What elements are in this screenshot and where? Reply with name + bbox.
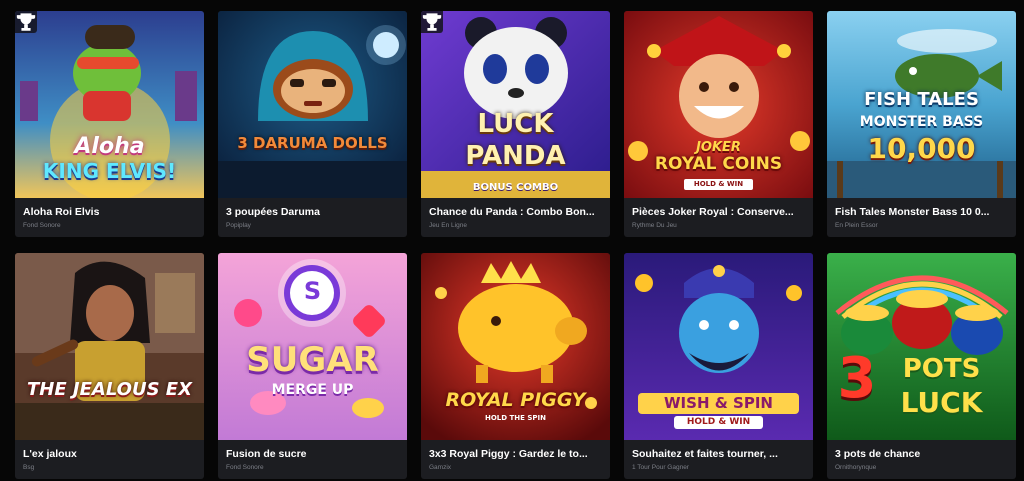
game-provider: Fond Sonore	[226, 464, 264, 471]
game-card-the-jealous-ex[interactable]: THE JEALOUS EX L'ex jaloux Bsg	[15, 253, 204, 479]
game-provider: Bsg	[23, 464, 35, 471]
game-thumbnail[interactable]: S SUGAR MERGE UP	[218, 253, 407, 440]
game-title[interactable]: 3 pots de chance	[835, 448, 1008, 461]
game-logo-subtitle: MERGE UP	[271, 382, 354, 398]
game-thumbnail[interactable]: THE JEALOUS EX	[15, 253, 204, 440]
game-thumbnail[interactable]: ROYAL PIGGY HOLD THE SPIN	[421, 253, 610, 440]
game-logo-line2: ROYAL COINS	[654, 154, 783, 174]
game-thumbnail[interactable]: WISH & SPIN HOLD & WIN	[624, 253, 813, 440]
game-thumbnail[interactable]: JOKER ROYAL COINS HOLD & WIN	[624, 11, 813, 198]
game-title[interactable]: Fish Tales Monster Bass 10 0...	[835, 206, 1008, 219]
game-logo: THE JEALOUS EX	[27, 379, 192, 400]
game-thumbnail[interactable]: 3 DARUMA DOLLS	[218, 11, 407, 198]
game-logo-line2: PANDA	[465, 141, 566, 171]
game-logo-subtitle: HOLD & WIN	[684, 179, 753, 190]
game-card-aloha-king-elvis[interactable]: Aloha KING ELVIS! Aloha Roi Elvis Fond S…	[15, 11, 204, 237]
game-card-sugar-merge-up[interactable]: S SUGAR MERGE UP Fusion de sucre Fond So…	[218, 253, 407, 479]
game-logo-line2: MONSTER BASS	[859, 114, 984, 130]
game-provider: Ornithorynque	[835, 464, 877, 471]
game-logo-subtitle: KING ELVIS!	[42, 159, 177, 183]
game-title[interactable]: L'ex jaloux	[23, 448, 196, 461]
game-logo: LUCK	[477, 109, 554, 139]
game-logo: WISH & SPIN	[638, 393, 799, 414]
game-thumbnail[interactable]: 3 POTS LUCK	[827, 253, 1016, 440]
game-thumbnail[interactable]: Aloha KING ELVIS!	[15, 11, 204, 198]
game-title[interactable]: Fusion de sucre	[226, 448, 399, 461]
game-provider: Popiplay	[226, 222, 251, 229]
daruma-artwork	[218, 11, 407, 198]
game-provider: Fond Sonore	[23, 222, 61, 229]
game-provider: Jeu En Ligne	[429, 222, 467, 229]
game-logo: JOKER	[696, 140, 741, 155]
game-logo: FISH TALES	[864, 89, 979, 110]
game-logo: POTS	[902, 354, 981, 384]
game-logo-badge: S	[303, 277, 322, 305]
trophy-icon	[15, 11, 37, 33]
game-card-wish-and-spin[interactable]: WISH & SPIN HOLD & WIN Souhaitez et fait…	[624, 253, 813, 479]
royal-piggy-artwork	[421, 253, 610, 440]
game-provider: Rythme Du Jeu	[632, 222, 677, 229]
game-card-luck-of-panda[interactable]: LUCK PANDA BONUS COMBO Chance du Panda :…	[421, 11, 610, 237]
game-logo-line3: 10,000	[867, 132, 976, 165]
jealous-ex-artwork	[15, 253, 204, 440]
game-card-3-daruma-dolls[interactable]: 3 DARUMA DOLLS 3 poupées Daruma Popiplay	[218, 11, 407, 237]
game-card-joker-royal-coins[interactable]: JOKER ROYAL COINS HOLD & WIN Pièces Joke…	[624, 11, 813, 237]
game-logo: Aloha	[74, 134, 145, 159]
game-logo-line3: LUCK	[900, 386, 983, 419]
game-thumbnail[interactable]: LUCK PANDA BONUS COMBO	[421, 11, 610, 198]
game-logo-subtitle: HOLD THE SPIN	[484, 414, 546, 422]
game-title[interactable]: Pièces Joker Royal : Conserve...	[632, 206, 805, 219]
game-title[interactable]: 3x3 Royal Piggy : Gardez le to...	[429, 448, 602, 461]
game-title[interactable]: 3 poupées Daruma	[226, 206, 399, 219]
game-provider: En Plein Essor	[835, 222, 878, 229]
game-logo: 3 DARUMA DOLLS	[237, 134, 388, 152]
game-title[interactable]: Souhaitez et faites tourner, ...	[632, 448, 805, 461]
game-card-fish-tales[interactable]: FISH TALES MONSTER BASS 10,000 Fish Tale…	[827, 11, 1016, 237]
game-logo-subtitle: BONUS COMBO	[472, 182, 559, 193]
game-provider: 1 Tour Pour Gagner	[632, 464, 689, 471]
game-logo-subtitle: HOLD & WIN	[674, 416, 763, 429]
game-title[interactable]: Aloha Roi Elvis	[23, 206, 196, 219]
game-logo: ROYAL PIGGY	[445, 389, 586, 411]
game-logo: SUGAR	[246, 340, 379, 380]
game-card-3-pots-of-luck[interactable]: 3 POTS LUCK 3 pots de chance Ornithorynq…	[827, 253, 1016, 479]
game-card-royal-piggy[interactable]: ROYAL PIGGY HOLD THE SPIN 3x3 Royal Pigg…	[421, 253, 610, 479]
trophy-icon	[421, 11, 443, 33]
game-thumbnail[interactable]: FISH TALES MONSTER BASS 10,000	[827, 11, 1016, 198]
game-title[interactable]: Chance du Panda : Combo Bon...	[429, 206, 602, 219]
game-grid: Aloha KING ELVIS! Aloha Roi Elvis Fond S…	[15, 11, 1016, 479]
game-provider: Gamzix	[429, 464, 452, 471]
